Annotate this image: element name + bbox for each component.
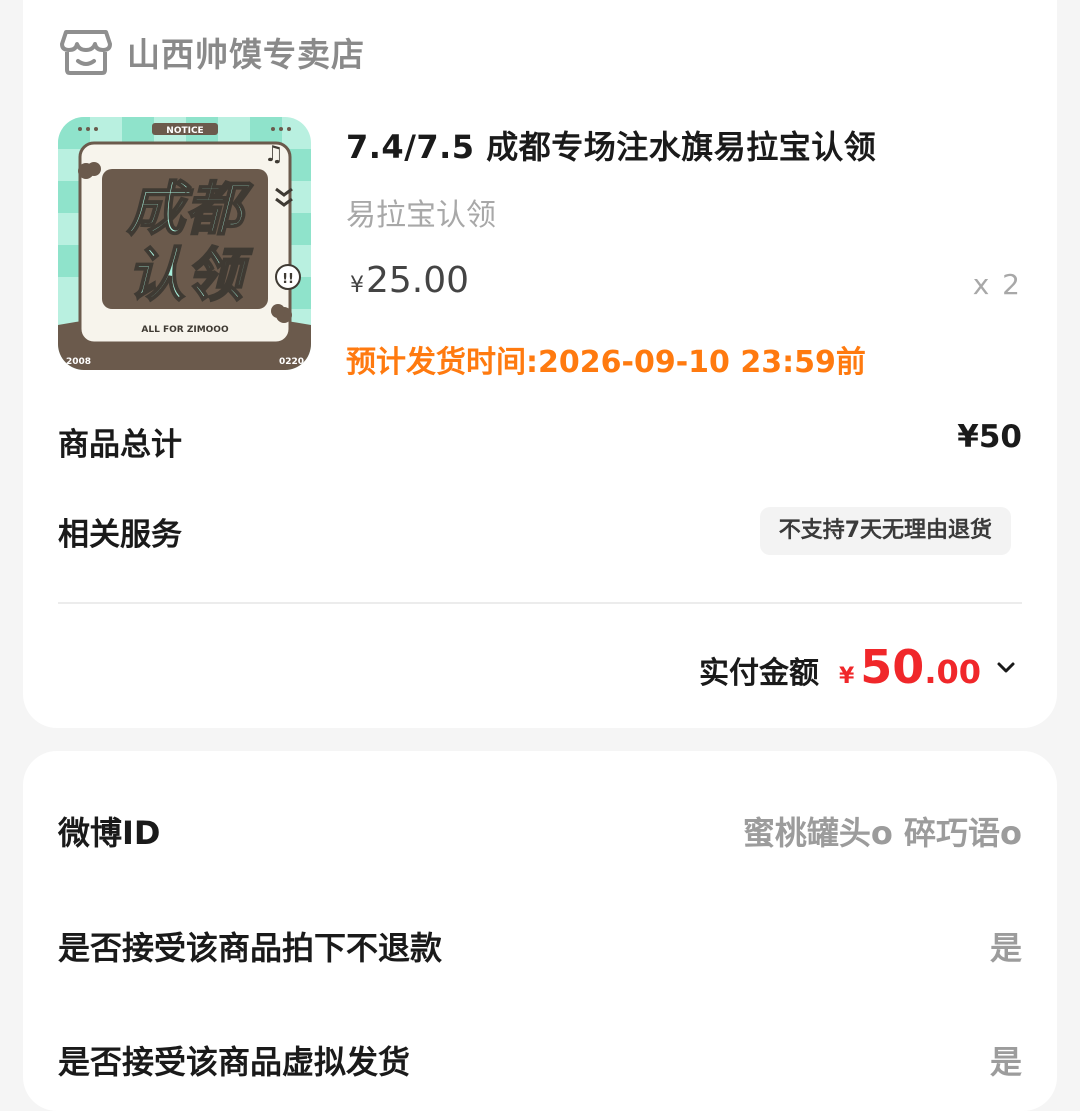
product-price: ¥ 25.00 — [350, 260, 469, 301]
price-amount: 25.00 — [366, 260, 470, 301]
weibo-id-label: 微博ID — [58, 814, 161, 852]
paid-currency: ¥ — [838, 664, 855, 689]
store-icon — [60, 30, 112, 75]
svg-text:!!: !! — [282, 272, 294, 287]
shop-header[interactable]: 山西帅馍专卖店 — [60, 28, 365, 76]
paid-label: 实付金额 — [698, 656, 819, 691]
weibo-id-value[interactable]: 蜜桃罐头o 碎巧语o — [743, 808, 1022, 854]
product-quantity: x 2 — [972, 268, 1022, 301]
product-spec: 易拉宝认领 — [346, 198, 496, 233]
form-card: 微博ID 蜜桃罐头o 碎巧语o 是否接受该商品拍下不退款 是 是否接受该商品虚拟… — [23, 751, 1057, 1111]
music-note-icon: ♫ — [264, 142, 284, 167]
virtual-shipping-label: 是否接受该商品虚拟发货 — [58, 1043, 411, 1081]
service-badge[interactable]: 不支持7天无理由退货 — [759, 507, 1011, 555]
poster-left-num: 2008 — [66, 357, 91, 367]
poster-line2: 认领 — [127, 241, 253, 309]
poster-right-num: 0220 — [279, 357, 304, 367]
shop-name: 山西帅馍专卖店 — [127, 35, 365, 74]
poster-notice-text: NOTICE — [166, 126, 203, 136]
divider — [58, 602, 1022, 604]
no-refund-label: 是否接受该商品拍下不退款 — [58, 929, 443, 967]
service-label: 相关服务 — [58, 517, 182, 553]
total-value: ¥50 — [957, 419, 1022, 455]
order-card: 山西帅馍专卖店 NOTICE 成都 认领 ALL FOR ZIMOOO 2008… — [23, 0, 1057, 728]
chevron-down-icon[interactable] — [995, 656, 1017, 678]
product-image[interactable]: NOTICE 成都 认领 ALL FOR ZIMOOO 2008 0220 ♫ … — [58, 117, 311, 370]
ship-time: 预计发货时间:2026-09-10 23:59前 — [346, 345, 866, 380]
product-poster: NOTICE 成都 认领 ALL FOR ZIMOOO 2008 0220 ♫ … — [58, 117, 311, 370]
total-label: 商品总计 — [58, 427, 182, 463]
poster-footer-text: ALL FOR ZIMOOO — [141, 325, 229, 335]
virtual-shipping-value[interactable]: 是 — [990, 1037, 1022, 1083]
poster-line1: 成都 — [127, 175, 253, 243]
product-title[interactable]: 7.4/7.5 成都专场注水旗易拉宝认领 — [346, 122, 876, 168]
no-refund-value[interactable]: 是 — [990, 923, 1022, 969]
price-currency: ¥ — [350, 273, 364, 298]
paid-amount-int: 50 — [860, 640, 925, 694]
paid-amount-row[interactable]: 实付金额 ¥ 50 .00 — [699, 640, 1017, 694]
paid-amount-dec: .00 — [924, 653, 981, 691]
